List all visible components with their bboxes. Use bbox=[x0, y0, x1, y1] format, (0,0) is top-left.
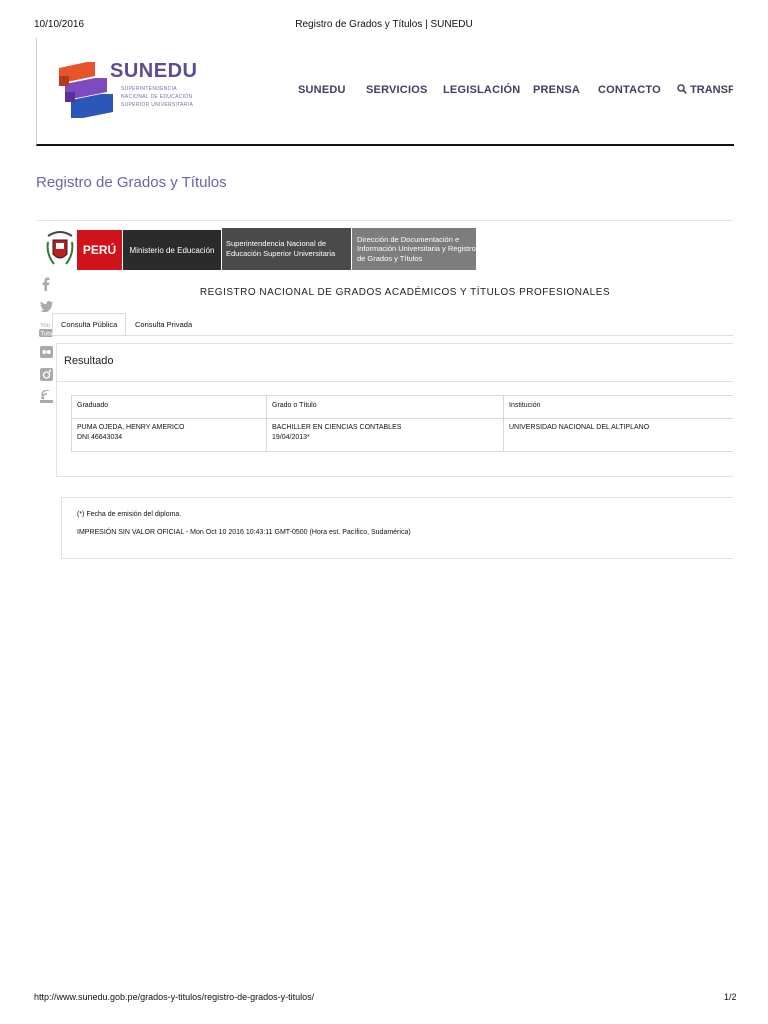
column-header-grado: Grado o Título bbox=[272, 402, 317, 409]
tab-divider bbox=[52, 335, 733, 336]
logo-subtitle: SUPERINTENDENCIA NACIONAL DE EDUCACIÓN S… bbox=[121, 86, 194, 108]
instagram-icon[interactable] bbox=[38, 368, 54, 384]
nav-search[interactable]: TRANSP bbox=[677, 84, 733, 96]
nav-sunedu[interactable]: SUNEDU bbox=[298, 84, 346, 96]
tab-consulta-privada[interactable]: Consulta Privada bbox=[127, 313, 200, 335]
print-title: Registro de Grados y Títulos | SUNEDU bbox=[295, 19, 473, 30]
notes-panel bbox=[61, 497, 733, 559]
page-title: Registro de Grados y Títulos bbox=[36, 174, 227, 191]
result-heading: Resultado bbox=[64, 355, 114, 367]
sunedu-logo-icon bbox=[59, 62, 113, 118]
logo-text: SUNEDU bbox=[110, 60, 198, 82]
note-fecha-emision: (*) Fecha de emisión del diploma. bbox=[77, 511, 182, 518]
coat-of-arms-icon bbox=[44, 228, 76, 270]
flickr-icon[interactable] bbox=[38, 346, 54, 361]
svg-text:You: You bbox=[40, 323, 50, 329]
cell-graduado-name: PUMA OJEDA, HENRY AMERICO bbox=[77, 424, 185, 431]
table-col-divider bbox=[503, 396, 504, 451]
registry-title: REGISTRO NACIONAL DE GRADOS ACADÉMICOS Y… bbox=[199, 287, 611, 298]
title-divider bbox=[36, 220, 733, 221]
table-row: BACHILLER EN CIENCIAS CONTABLES 19/04/20… bbox=[272, 423, 401, 443]
column-header-graduado: Graduado bbox=[77, 402, 109, 409]
table-row: PUMA OJEDA, HENRY AMERICO DNI 46643034 bbox=[77, 423, 185, 443]
nav-servicios[interactable]: SERVICIOS bbox=[366, 84, 428, 96]
banner-direccion: Dirección de Documentación e Información… bbox=[352, 228, 476, 270]
table-col-divider bbox=[266, 396, 267, 451]
print-page-number: 1/2 bbox=[724, 992, 737, 1002]
note-impresion: IMPRESIÓN SIN VALOR OFICIAL - Mon Oct 10… bbox=[77, 529, 411, 536]
column-header-institucion: Institución bbox=[509, 402, 541, 409]
result-divider bbox=[57, 381, 733, 382]
cell-grado: BACHILLER EN CIENCIAS CONTABLES bbox=[272, 424, 402, 431]
banner-superintendencia: Superintendencia Nacional de Educación S… bbox=[222, 228, 351, 270]
cell-institucion: UNIVERSIDAD NACIONAL DEL ALTIPLANO bbox=[509, 424, 650, 431]
print-url: http://www.sunedu.gob.pe/grados-y-titulo… bbox=[34, 992, 315, 1002]
tab-consulta-publica[interactable]: Consulta Pública bbox=[52, 313, 127, 335]
banner-ministerio: Ministerio de Educación bbox=[123, 230, 221, 270]
nav-prensa[interactable]: PRENSA bbox=[533, 84, 580, 96]
cell-fecha: 19/04/2013* bbox=[272, 434, 310, 441]
rss-icon[interactable] bbox=[38, 389, 54, 406]
nav-search-label: TRANSP bbox=[690, 84, 733, 96]
cell-graduado-dni: DNI 46643034 bbox=[77, 434, 123, 441]
nav-contacto[interactable]: CONTACTO bbox=[598, 84, 661, 96]
table-header-divider bbox=[72, 418, 733, 419]
banner-peru: PERÚ bbox=[77, 230, 122, 270]
facebook-icon[interactable] bbox=[38, 277, 54, 294]
nav-legislacion[interactable]: LEGISLACIÓN bbox=[443, 84, 520, 96]
search-icon bbox=[677, 84, 690, 96]
